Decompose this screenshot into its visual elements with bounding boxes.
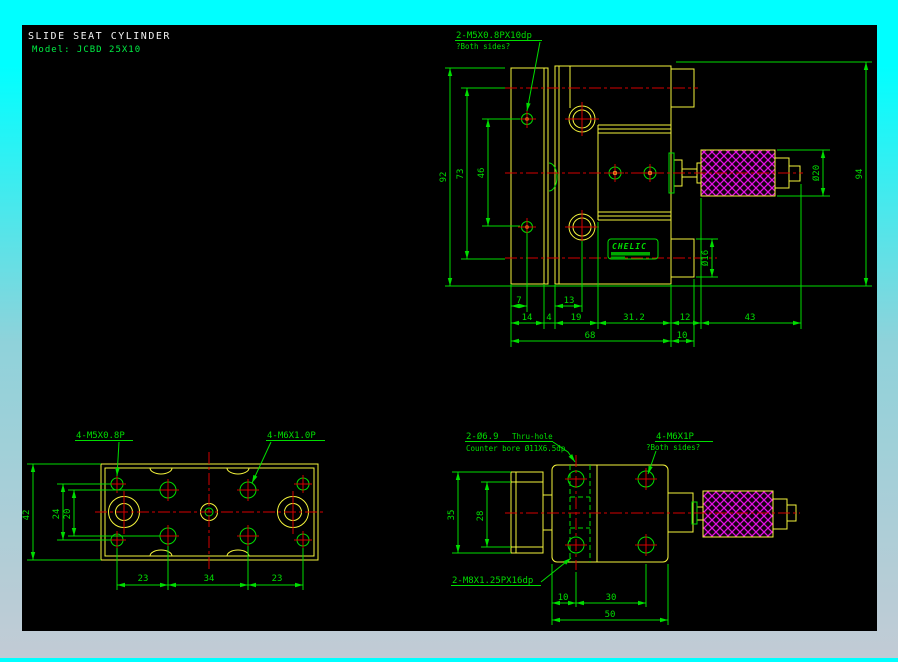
- cad-window: SLIDE SEAT CYLINDER Model: JCBD 25X10 CH…: [0, 0, 898, 662]
- dim-23-right: 23: [272, 574, 283, 584]
- dim-4: 4: [546, 313, 551, 323]
- thread-note: ?Both sides?: [456, 42, 510, 51]
- m8-label: 2-M8X1.25PX16dp: [452, 576, 533, 586]
- side-m6-label: 4-M6X1P: [656, 432, 695, 442]
- dim-23-left: 23: [138, 574, 149, 584]
- dim-46: 46: [477, 168, 487, 179]
- dim-73: 73: [456, 169, 466, 180]
- cad-canvas: SLIDE SEAT CYLINDER Model: JCBD 25X10 CH…: [22, 25, 877, 631]
- dim-35: 35: [447, 510, 457, 521]
- dim-34: 34: [204, 574, 215, 584]
- dim-43: 43: [745, 313, 756, 323]
- dim-14: 14: [522, 313, 533, 323]
- dim-10-side: 10: [558, 593, 569, 603]
- dim-28: 28: [476, 511, 486, 522]
- knurled-knob-side: [702, 490, 774, 538]
- dim-24: 24: [52, 509, 62, 520]
- m5-label: 4-M5X0.8P: [76, 431, 125, 441]
- side-m6-note: ?Both sides?: [646, 443, 700, 452]
- dim-dia16: Ø16: [700, 250, 711, 266]
- dim-92: 92: [439, 172, 449, 183]
- brand-text: CHELIC: [612, 242, 647, 251]
- dim-dia20: Ø20: [811, 165, 822, 181]
- dim-42: 42: [22, 510, 32, 521]
- dim-94: 94: [855, 169, 865, 180]
- thru-hole-label: 2-Ø6.9: [466, 431, 499, 442]
- m6-label: 4-M6X1.0P: [267, 431, 316, 441]
- dim-20: 20: [63, 509, 73, 520]
- dim-7: 7: [516, 296, 521, 306]
- drawing-title: SLIDE SEAT CYLINDER: [28, 31, 171, 42]
- dim-31-2: 31.2: [623, 313, 645, 323]
- model-number: Model: JCBD 25X10: [32, 45, 141, 55]
- dim-10: 10: [677, 331, 688, 341]
- dim-50: 50: [605, 610, 616, 620]
- dim-19: 19: [571, 313, 582, 323]
- dim-12: 12: [680, 313, 691, 323]
- thread-label: 2-M5X0.8PX10dp: [456, 31, 532, 41]
- dim-30: 30: [606, 593, 617, 603]
- cbore-label: Counter bore Ø11X6.5dp: [466, 444, 566, 453]
- dim-68: 68: [585, 331, 596, 341]
- thru-hole-label2: Thru-hole: [512, 432, 553, 441]
- dim-13: 13: [564, 296, 575, 306]
